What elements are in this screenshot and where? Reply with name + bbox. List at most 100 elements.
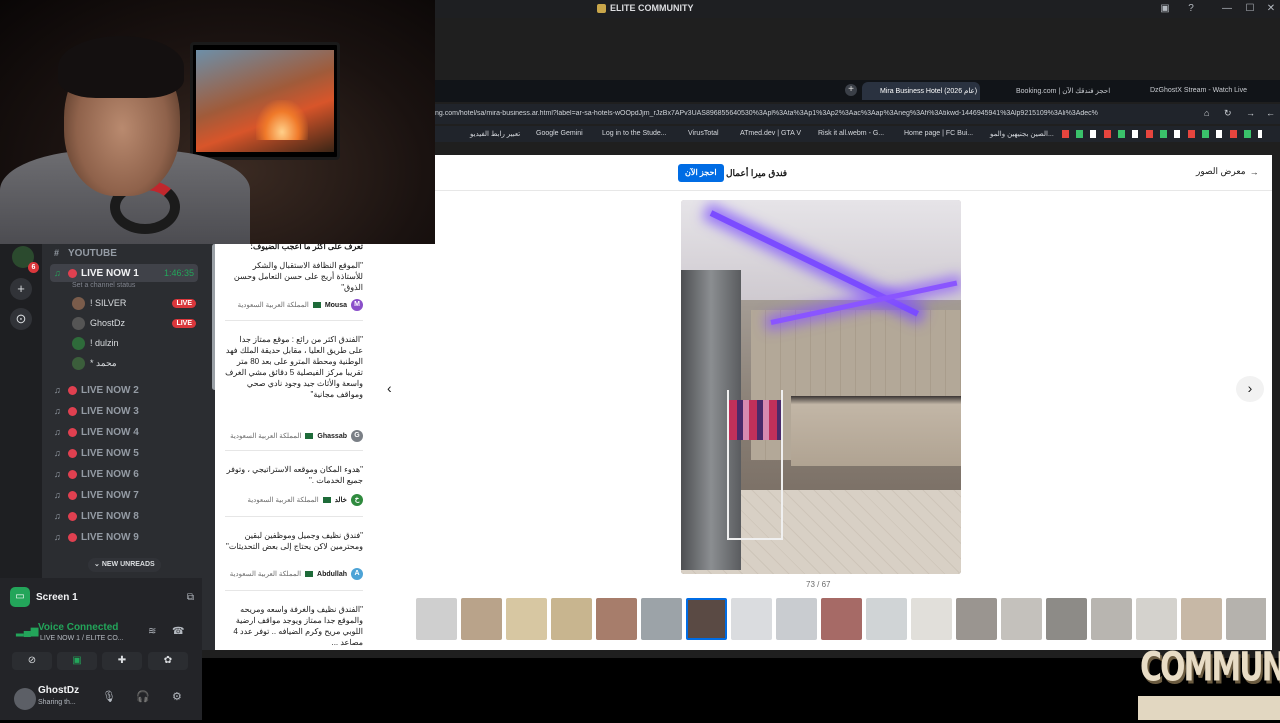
thumbnail[interactable] xyxy=(1091,598,1132,640)
voice-member[interactable]: GhostDz LIVE xyxy=(72,314,196,332)
soundboard-button[interactable]: ✿ xyxy=(148,652,188,670)
bookmark-china[interactable]: الصين بجنيهين والمو... xyxy=(990,130,1054,138)
bookmark-login[interactable]: Log in to the Stude... xyxy=(602,130,667,137)
photo-counter-text: 73 / 67 xyxy=(806,580,831,589)
channel-live-now-3[interactable]: ♫ LIVE NOW 3 xyxy=(54,402,139,420)
channel-status[interactable]: Set a channel status xyxy=(72,282,135,289)
screen-label: Screen 1 xyxy=(36,591,78,603)
new-tab-button[interactable]: + xyxy=(845,84,857,96)
avatar xyxy=(72,316,85,330)
channel-live-now-4[interactable]: ♫ LIVE NOW 4 xyxy=(54,423,139,441)
screen-share-icon: ▭ xyxy=(10,587,30,607)
voice-member[interactable]: ! dulzin xyxy=(72,334,196,352)
red-dot-icon xyxy=(68,532,77,542)
speaker-icon: ♫ xyxy=(54,448,61,458)
maximize-button[interactable]: ☐ xyxy=(1243,2,1257,16)
channel-live-now-9[interactable]: ♫ LIVE NOW 9 xyxy=(54,528,139,546)
voice-channel-sub[interactable]: LIVE NOW 1 / ELITE CO... xyxy=(40,635,124,642)
inbox-icon[interactable]: ▣ xyxy=(1158,2,1172,16)
thumbnail[interactable] xyxy=(551,598,592,640)
reload-icon[interactable]: ↻ xyxy=(1224,108,1232,119)
speaker-icon: ♫ xyxy=(54,490,61,500)
thumbnail[interactable] xyxy=(1046,598,1087,640)
headphones-icon[interactable]: 🎧 xyxy=(136,690,150,703)
avatar[interactable] xyxy=(14,688,36,710)
thumbnail[interactable] xyxy=(866,598,907,640)
voice-member[interactable]: * محمد xyxy=(72,354,196,372)
thumbnail[interactable] xyxy=(461,598,502,640)
voice-member[interactable]: ! SILVER LIVE xyxy=(72,294,196,312)
microphone-icon[interactable]: 🎙 xyxy=(102,690,116,703)
popout-icon[interactable]: ⧉ xyxy=(187,592,194,603)
activities-button[interactable]: ✚ xyxy=(102,652,142,670)
speaker-icon: ♫ xyxy=(54,511,61,521)
noise-suppression-icon[interactable]: ≋ xyxy=(148,626,156,637)
bookmark-gemini[interactable]: Google Gemini xyxy=(536,130,583,137)
reviewer-name: Ghassab xyxy=(317,432,347,440)
review-text: "هدوء المكان وموقعه الاستراتيجي ، وتوفر … xyxy=(226,465,363,485)
channel-timer: 1:46:35 xyxy=(163,268,194,278)
gallery-divider xyxy=(435,190,1272,191)
home-icon[interactable]: ⌂ xyxy=(1204,108,1209,118)
thumbnail[interactable] xyxy=(821,598,862,640)
book-now-button[interactable]: احجز الآن xyxy=(678,164,724,182)
channel-live-now-7[interactable]: ♫ LIVE NOW 7 xyxy=(54,486,139,504)
gallery-link[interactable]: معرض الصور → xyxy=(1196,166,1259,177)
voice-connected-label: Voice Connected xyxy=(38,622,119,633)
thumbnail[interactable] xyxy=(731,598,772,640)
help-icon[interactable]: ? xyxy=(1184,2,1198,16)
thumbnail[interactable] xyxy=(641,598,682,640)
user-status: Sharing th... xyxy=(38,699,76,706)
signal-icon[interactable]: ▂▄▆ xyxy=(16,626,38,637)
minimize-button[interactable]: — xyxy=(1220,2,1234,16)
add-server-icon[interactable]: + xyxy=(10,278,32,300)
bookmark-atmed[interactable]: ATmed.dev | GTA V xyxy=(740,130,801,137)
forward-icon[interactable]: → xyxy=(1246,108,1255,118)
thumbnail[interactable] xyxy=(506,598,547,640)
bookmark-1[interactable]: تعبير رابط الفيديو xyxy=(470,130,520,138)
url-text[interactable]: ng.com/hotel/sa/mira-business.ar.html?la… xyxy=(435,110,1175,117)
channel-live-now-8[interactable]: ♫ LIVE NOW 8 xyxy=(54,507,139,525)
thumbnail[interactable] xyxy=(416,598,457,640)
new-unreads-pill[interactable]: ⌄ NEW UNREADS xyxy=(88,558,161,572)
channel-live-now-2[interactable]: ♫ LIVE NOW 2 xyxy=(54,381,139,399)
back-icon[interactable]: ← xyxy=(1266,108,1275,118)
next-photo-button[interactable]: › xyxy=(1236,376,1264,402)
disconnect-icon[interactable]: ☎ xyxy=(172,626,184,637)
tab-mira-hotel[interactable]: Mira Business Hotel (2026 عام) xyxy=(862,82,980,100)
thumbnail[interactable] xyxy=(911,598,952,640)
bookmark-virustotal[interactable]: VirusTotal xyxy=(688,130,719,137)
thumbnail[interactable] xyxy=(596,598,637,640)
explore-icon[interactable]: ⊙ xyxy=(10,308,32,330)
category-youtube[interactable]: # YOUTUBE xyxy=(54,244,117,262)
reviewer-name: Abdullah xyxy=(317,570,347,578)
user-name[interactable]: GhostDz xyxy=(38,685,79,696)
camera-off-button[interactable]: ⊘ xyxy=(12,652,52,670)
thumbnail-selected[interactable] xyxy=(686,598,727,640)
tab-booking[interactable]: Booking.com | احجز فندقك الآن xyxy=(998,82,1116,100)
channel-live-now-5[interactable]: ♫ LIVE NOW 5 xyxy=(54,444,139,462)
bookmark-fc[interactable]: Home page | FC Bui... xyxy=(904,130,973,137)
review-text: "الفندق اكثر من رائع : موقع ممتاز جدا عل… xyxy=(225,335,363,399)
channel-live-now-1[interactable]: ♫ LIVE NOW 1 1:46:35 xyxy=(50,264,198,282)
extension-icons[interactable] xyxy=(1062,130,1262,138)
share-screen-button[interactable]: ▣ xyxy=(57,652,97,670)
bookmark-riskitall[interactable]: Risk it all.webm - G... xyxy=(818,130,884,137)
thumbnail[interactable] xyxy=(776,598,817,640)
thumbnail[interactable] xyxy=(1001,598,1042,640)
review-text: "الفندق نظيف والغرفة واسعه ومريحه والموق… xyxy=(233,605,363,647)
red-dot-icon xyxy=(68,448,77,458)
thumbnail[interactable] xyxy=(956,598,997,640)
channel-list: # YOUTUBE ♫ LIVE NOW 1 1:46:35 Set a cha… xyxy=(42,244,202,578)
speaker-icon: ♫ xyxy=(54,532,61,542)
reviews-intro: تعرف على أكثر ما أعجب الضيوف: xyxy=(250,244,363,251)
review-text: "الموقع النظافة الاستقبال والشكر للأستاذ… xyxy=(233,261,363,292)
prev-photo-button[interactable]: ‹ xyxy=(387,380,392,396)
channel-live-now-6[interactable]: ♫ LIVE NOW 6 xyxy=(54,465,139,483)
gear-icon[interactable]: ⚙ xyxy=(172,690,182,703)
screen-share-row[interactable]: ▭ Screen 1 ⧉ xyxy=(10,586,194,608)
close-button[interactable]: ✕ xyxy=(1264,2,1278,16)
channel-label: LIVE NOW 9 xyxy=(81,531,139,543)
divider xyxy=(225,590,363,591)
tab-stream[interactable]: DzGhostX Stream - Watch Live xyxy=(1132,82,1254,100)
